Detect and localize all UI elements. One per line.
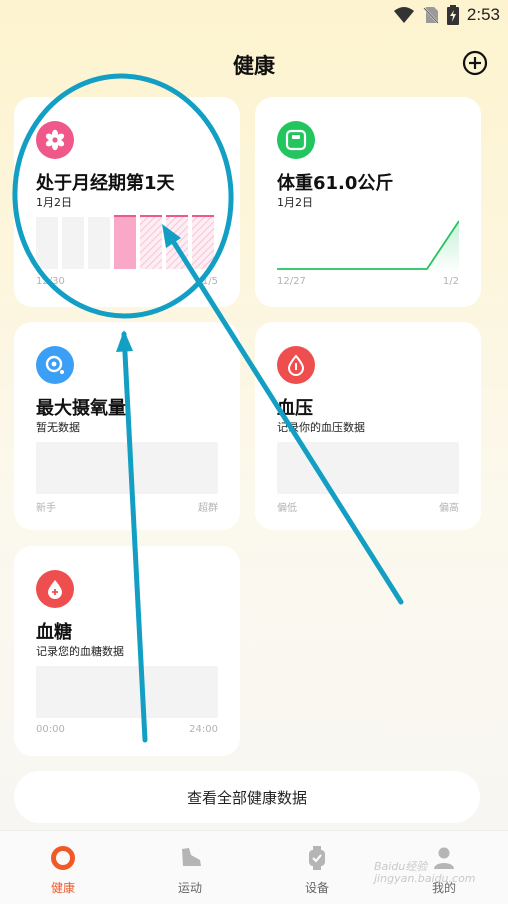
nav-label-health: 健康 (50, 881, 75, 895)
nav-label-devices: 设备 (304, 881, 329, 895)
scale-icon (277, 121, 315, 159)
blood-pressure-chart-placeholder (277, 442, 459, 494)
period-bars (36, 215, 214, 269)
weight-title: 体重61.0公斤 (277, 173, 394, 194)
blood-sugar-subtitle: 记录您的血糖数据 (36, 645, 124, 658)
shoe-icon (182, 848, 201, 866)
view-all-health-data-button[interactable]: 查看全部健康数据 (14, 771, 480, 823)
period-bar-day (192, 217, 214, 269)
blood-sugar-card[interactable]: 血糖 记录您的血糖数据 00:00 24:00 (14, 546, 240, 756)
weight-chart (277, 220, 459, 273)
status-time: 2:53 (466, 5, 500, 24)
blood-pressure-subtitle: 记录你的血压数据 (277, 421, 365, 434)
weight-date: 1月2日 (277, 196, 313, 209)
nav-label-exercise: 运动 (177, 881, 202, 895)
blood-pressure-axis-start: 偏低 (277, 503, 297, 514)
flower-icon (36, 121, 74, 159)
nav-item-devices[interactable]: 设备 (277, 845, 357, 896)
period-bar-day (62, 217, 84, 269)
health-ring-icon (51, 846, 75, 870)
vo2max-axis-start: 新手 (36, 503, 56, 514)
battery-charging-icon (446, 5, 459, 25)
header: 健康 (0, 44, 508, 84)
blood-sugar-axis-start: 00:00 (36, 724, 65, 735)
weight-axis-start: 12/27 (277, 276, 306, 287)
blood-drop-icon (36, 570, 74, 608)
weight-axis-end: 1/2 (442, 276, 459, 287)
blood-pressure-title: 血压 (277, 398, 313, 419)
wifi-icon (393, 7, 414, 23)
blood-pressure-icon (277, 346, 315, 384)
vo2max-axis-end: 超群 (198, 503, 218, 514)
period-bar-day (114, 217, 136, 269)
blood-sugar-axis-end: 24:00 (189, 724, 218, 735)
blood-pressure-axis-end: 偏高 (439, 503, 459, 514)
period-card[interactable]: 处于月经期第1天 1月2日 12/30 1/5 (14, 97, 240, 307)
vo2max-card[interactable]: 最大摄氧量 暂无数据 新手 超群 (14, 322, 240, 530)
blood-pressure-card[interactable]: 血压 记录你的血压数据 偏低 偏高 (255, 322, 481, 530)
weight-card[interactable]: 体重61.0公斤 1月2日 12/27 1/2 (255, 97, 481, 307)
add-icon[interactable] (462, 50, 488, 76)
period-axis-start: 12/30 (36, 276, 65, 287)
period-date: 1月2日 (36, 196, 72, 209)
nav-item-health[interactable]: 健康 (23, 845, 103, 896)
period-bar-day (166, 217, 188, 269)
blood-sugar-title: 血糖 (36, 622, 72, 643)
vo2max-title: 最大摄氧量 (36, 398, 126, 419)
period-title: 处于月经期第1天 (36, 173, 175, 194)
page-title: 健康 (233, 54, 275, 78)
weight-line (277, 220, 459, 270)
status-bar: 2:53 (0, 0, 508, 30)
vo2max-chart-placeholder (36, 442, 218, 494)
period-bar-day (140, 217, 162, 269)
period-axis-end: 1/5 (201, 276, 218, 287)
watermark: Baidu经验 jingyan.baidu.com (374, 860, 476, 885)
no-sim-icon (423, 7, 439, 24)
bottom-nav: 健康 运动 设备 我的 Baidu经验 jingyan.baidu.com (0, 830, 508, 904)
vo2max-subtitle: 暂无数据 (36, 421, 80, 434)
vo2max-icon (36, 346, 74, 384)
watch-icon (309, 846, 325, 870)
period-bar-day (88, 217, 110, 269)
period-bar-day (36, 217, 58, 269)
nav-item-exercise[interactable]: 运动 (150, 845, 230, 896)
blood-sugar-chart-placeholder (36, 666, 218, 718)
